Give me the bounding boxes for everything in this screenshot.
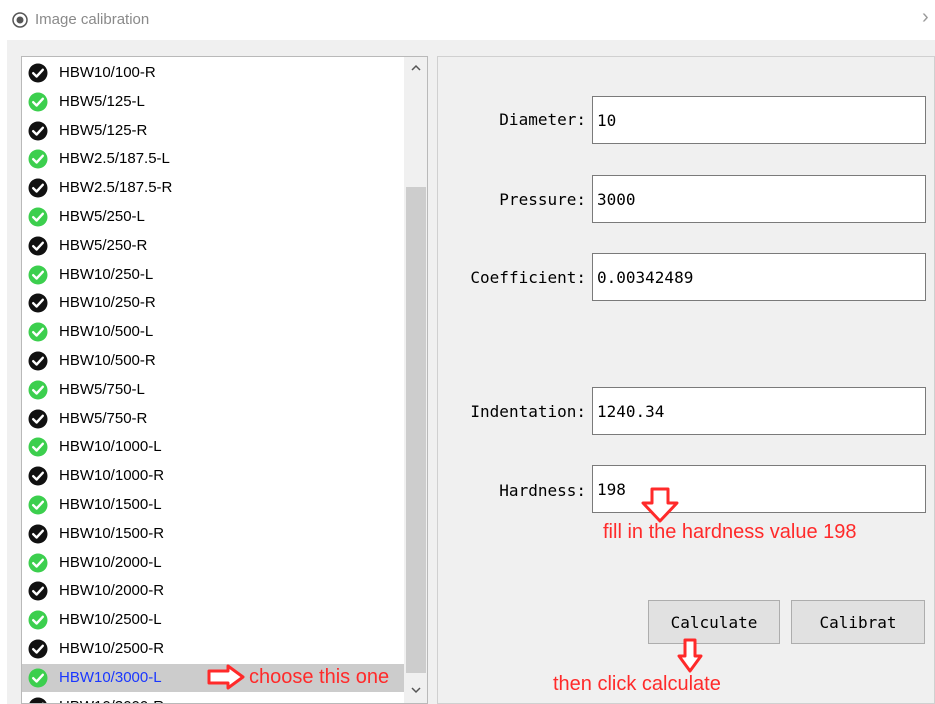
list-scrollbar[interactable] (404, 57, 427, 703)
annotation-choose-item: choose this one (249, 666, 390, 688)
list-item[interactable]: HBW10/2000-R (22, 577, 404, 605)
calibration-list[interactable]: HBW10/100-R HBW5/125-L HBW5/125-R HBW2.5/18… (21, 56, 428, 704)
window-title: Image calibration (35, 11, 150, 28)
list-item-label: HBW10/250-L (59, 265, 154, 283)
list-item[interactable]: HBW2.5/187.5-L (22, 145, 404, 173)
indentation-field[interactable] (592, 387, 926, 435)
list-item[interactable]: HBW10/1500-R (22, 520, 404, 548)
list-item-label: HBW5/125-L (59, 92, 145, 110)
list-item-label: HBW2.5/187.5-R (59, 179, 173, 197)
list-item[interactable]: HBW5/125-L (22, 88, 404, 116)
list-item[interactable]: HBW5/750-L (22, 376, 404, 404)
check-circle-dark-icon (28, 639, 48, 659)
list-item-label: HBW10/1500-R (59, 524, 165, 542)
list-item-label: HBW5/750-R (59, 409, 148, 427)
annotation-calculate-arrow-icon (677, 638, 703, 673)
list-item-label: HBW5/250-L (59, 208, 145, 225)
check-circle-dark-icon (28, 236, 48, 256)
list-item-label: HBW10/2000-R (59, 582, 165, 600)
check-circle-icon (28, 322, 48, 342)
check-circle-dark-icon (28, 409, 48, 429)
check-circle-dark-icon (28, 466, 48, 486)
list-item[interactable]: HBW5/125-R (22, 117, 404, 145)
title-bar: Image calibration › (0, 0, 935, 40)
calculate-button[interactable]: Calculate (648, 600, 780, 644)
list-item-label: HBW5/750-L (59, 380, 145, 398)
check-circle-dark-icon (29, 697, 47, 703)
list-item-label: HBW10/2000-L (59, 553, 162, 571)
scroll-up-arrow-icon[interactable] (409, 61, 423, 75)
list-item[interactable]: HBW5/250-L (22, 203, 404, 231)
annotation-left-arrow-icon (207, 664, 245, 690)
list-item-label: HBW10/3000-L (59, 668, 162, 686)
list-item[interactable]: HBW10/2500-L (22, 606, 404, 634)
coefficient-label: Coefficient: (470, 268, 586, 287)
check-circle-icon (28, 207, 48, 227)
list-item[interactable]: HBW10/3000-R (22, 693, 404, 703)
coefficient-field[interactable] (592, 253, 926, 301)
list-item[interactable]: HBW10/1500-L (22, 491, 404, 519)
diameter-field[interactable] (592, 96, 926, 144)
check-circle-icon (28, 668, 48, 688)
close-chevron-icon[interactable]: › (922, 6, 929, 29)
list-item[interactable]: HBW10/100-R (22, 59, 404, 87)
list-item[interactable]: HBW10/1000-R (22, 462, 404, 490)
check-circle-dark-icon (28, 63, 48, 83)
pressure-label: Pressure: (499, 190, 586, 209)
list-item[interactable]: HBW10/500-R (22, 347, 404, 375)
list-item-label: HBW5/250-R (59, 236, 148, 254)
list-item[interactable]: HBW5/250-R (22, 232, 404, 260)
indentation-label: Indentation: (470, 402, 586, 421)
list-item-label: HBW10/3000-R (59, 698, 164, 703)
check-circle-dark-icon (28, 524, 48, 544)
list-item-label: HBW10/1000-L (59, 438, 162, 456)
list-item-label: HBW10/250-R (59, 294, 156, 312)
pressure-field[interactable] (592, 175, 926, 223)
list-item[interactable]: HBW5/750-R (22, 405, 404, 433)
annotation-down-arrow-icon (641, 487, 679, 523)
check-circle-dark-icon (28, 121, 48, 141)
check-circle-icon (28, 92, 48, 112)
list-item[interactable]: HBW10/250-R (22, 289, 404, 317)
check-circle-icon (28, 610, 48, 630)
scrollbar-thumb[interactable] (406, 187, 426, 673)
check-circle-dark-icon (28, 293, 48, 313)
list-item-label: HBW10/100-R (59, 64, 156, 81)
check-circle-dark-icon (28, 178, 48, 198)
diameter-label: Diameter: (499, 110, 586, 129)
list-item-label: HBW10/2500-R (59, 640, 165, 657)
check-circle-icon (28, 149, 48, 169)
calibrate-button[interactable]: Calibrat (791, 600, 925, 644)
hardness-label: Hardness: (499, 481, 586, 500)
check-circle-icon (28, 437, 48, 457)
check-circle-icon (28, 495, 48, 515)
record-icon (12, 12, 28, 28)
check-circle-icon (28, 553, 48, 573)
list-item[interactable]: HBW10/2000-L (22, 549, 404, 577)
list-item-label: HBW5/125-R (59, 121, 148, 139)
check-circle-icon (28, 265, 48, 285)
list-item-label: HBW10/500-R (59, 352, 156, 369)
list-item[interactable]: HBW10/1000-L (22, 433, 404, 461)
annotation-fill-hardness: fill in the hardness value 198 (603, 521, 857, 543)
list-item-label: HBW10/1500-L (59, 496, 162, 513)
list-item-label: HBW2.5/187.5-L (59, 150, 170, 168)
check-circle-icon (28, 380, 48, 400)
list-item[interactable]: HBW10/250-L (22, 261, 404, 289)
annotation-click-calculate: then click calculate (553, 673, 721, 695)
list-item[interactable]: HBW10/500-L (22, 318, 404, 346)
check-circle-dark-icon (28, 581, 48, 601)
scroll-down-arrow-icon[interactable] (409, 683, 423, 697)
list-item[interactable]: HBW10/2500-R (22, 635, 404, 663)
check-circle-dark-icon (28, 351, 48, 371)
list-item-label: HBW10/500-L (59, 323, 154, 341)
list-item-label: HBW10/2500-L (59, 611, 162, 629)
list-item-label: HBW10/1000-R (59, 467, 165, 485)
list-item[interactable]: HBW2.5/187.5-R (22, 174, 404, 202)
